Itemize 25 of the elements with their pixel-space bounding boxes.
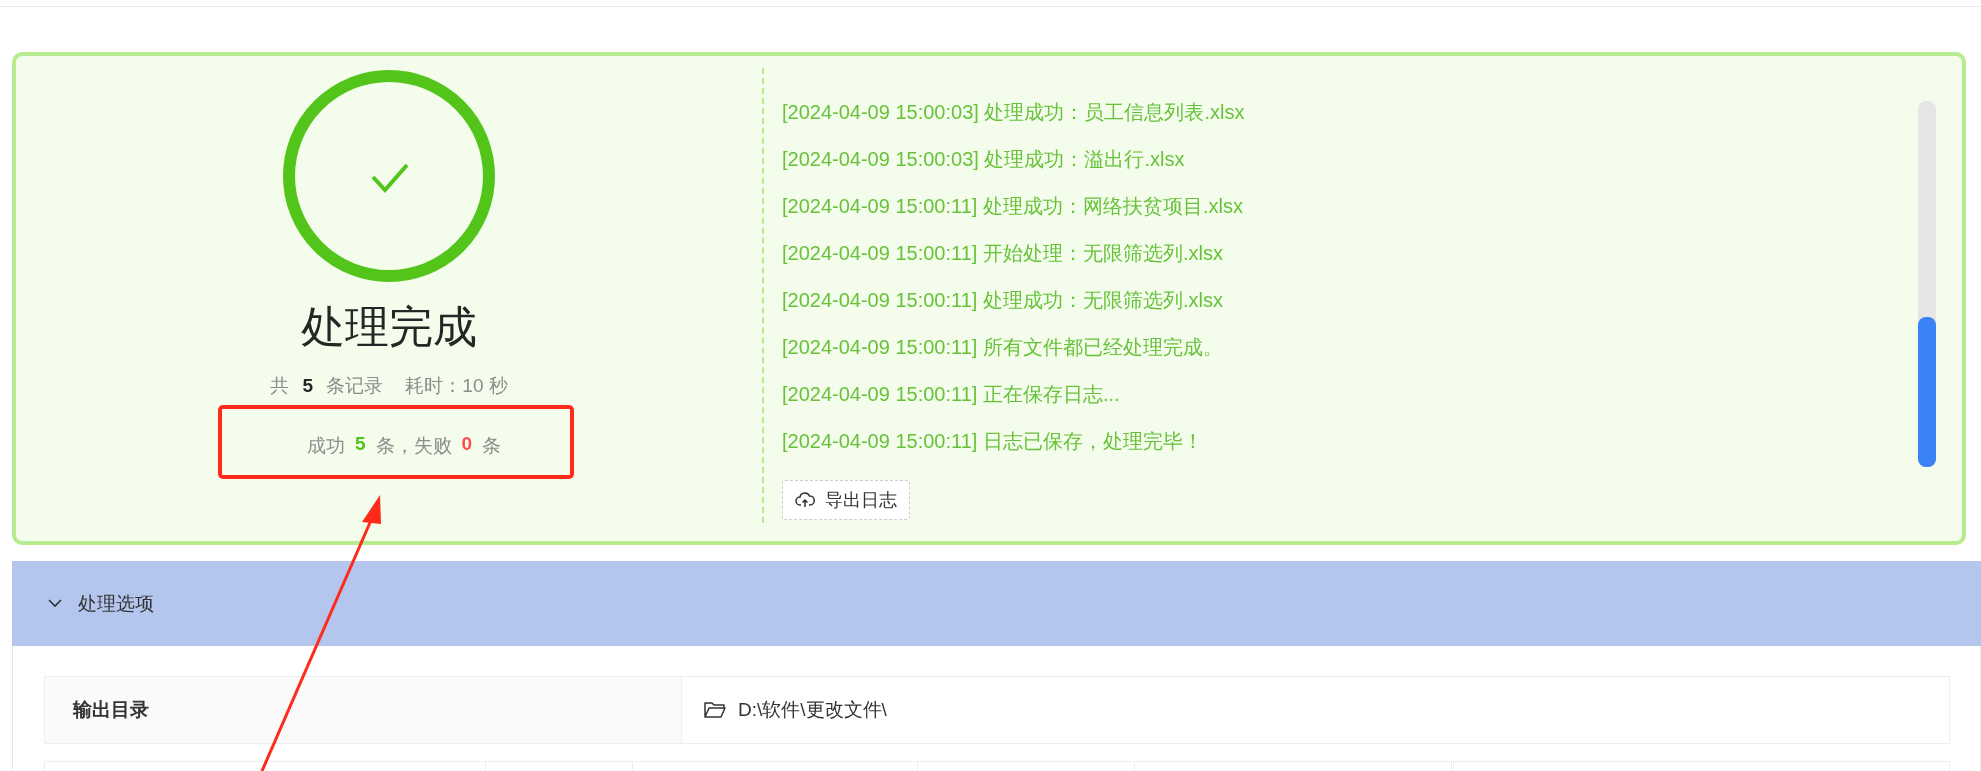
elapsed-time: 耗时：10 秒: [405, 374, 508, 398]
status-title: 处理完成: [301, 301, 477, 353]
scrollbar-thumb[interactable]: [1918, 317, 1936, 467]
log-line: [2024-04-09 15:00:11] 处理成功：无限筛选列.xlsx: [782, 288, 1224, 313]
options-header[interactable]: 处理选项: [12, 561, 1981, 646]
field-value: D:\软件\更改文件\: [682, 677, 1949, 743]
log-line: [2024-04-09 15:00:11] 开始处理：无限筛选列.xlsx: [782, 241, 1224, 266]
count-label: 成功: [306, 434, 345, 458]
count-value: 0: [461, 433, 473, 456]
cloud-upload-icon: [795, 492, 815, 508]
folder-icon: [704, 701, 726, 719]
log-line: [2024-04-09 15:00:03] 处理成功：员工信息列表.xlsx: [782, 100, 1246, 125]
export-log-button[interactable]: 导出日志: [782, 480, 910, 520]
record-count: 共 5 条记录: [270, 374, 384, 398]
log-line: [2024-04-09 15:00:03] 处理成功：溢出行.xlsx: [782, 147, 1186, 172]
scrollbar[interactable]: [1918, 101, 1936, 467]
log-line: [2024-04-09 15:00:11] 处理成功：网络扶贫项目.xlsx: [782, 194, 1244, 219]
count-value: 5: [354, 433, 366, 456]
field-label: 输出目录: [45, 677, 682, 743]
count-label: 条，失败: [375, 434, 452, 458]
log-line: [2024-04-09 15:00:11] 正在保存日志...: [782, 382, 1121, 407]
check-circle-icon: [281, 68, 497, 284]
count-label: 条: [482, 434, 502, 458]
log-line: [2024-04-09 15:00:11] 日志已保存，处理完毕！: [782, 429, 1204, 454]
log-line: [2024-04-09 15:00:11] 所有文件都已经处理完成。: [782, 335, 1224, 360]
